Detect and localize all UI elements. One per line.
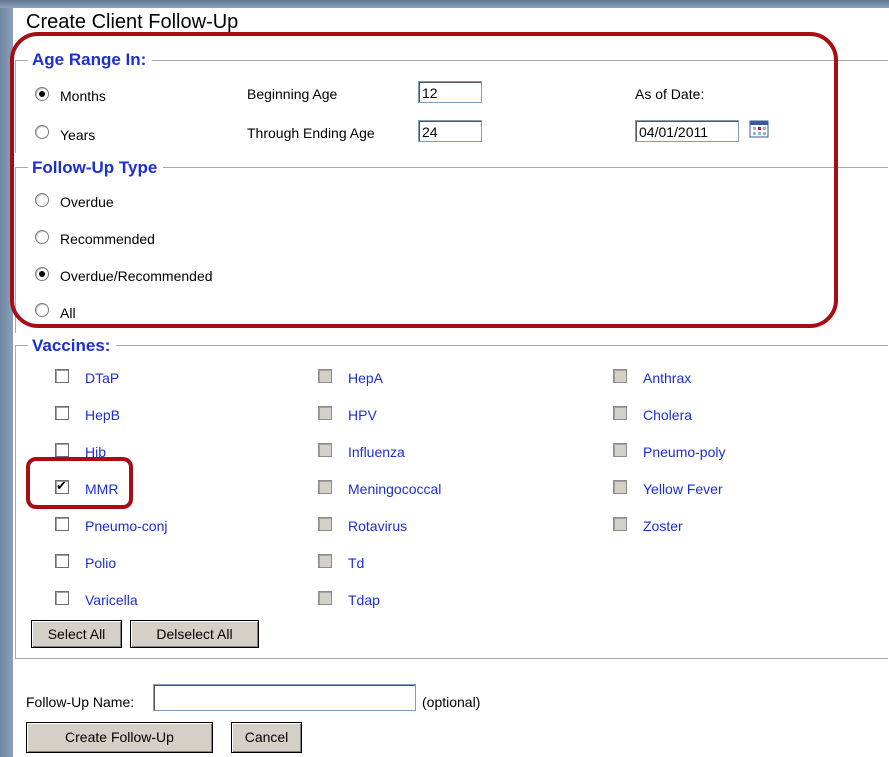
- cancel-button[interactable]: Cancel: [231, 722, 302, 753]
- vaccine-checkbox-hepb[interactable]: [55, 406, 69, 420]
- vaccine-checkbox-rotavirus[interactable]: [318, 517, 332, 531]
- vaccines-fieldset: [15, 345, 888, 659]
- vaccine-label-pneumo-conj[interactable]: Pneumo-conj: [85, 518, 168, 534]
- vaccine-label-tdap[interactable]: Tdap: [348, 592, 380, 608]
- create-followup-button[interactable]: Create Follow-Up: [26, 722, 213, 753]
- vaccine-checkbox-dtap[interactable]: [55, 369, 69, 383]
- vaccine-checkbox-influenza[interactable]: [318, 443, 332, 457]
- vaccine-label-cholera[interactable]: Cholera: [643, 407, 692, 423]
- vaccine-label-hepb[interactable]: HepB: [85, 407, 120, 423]
- vaccine-checkbox-anthrax[interactable]: [613, 369, 627, 383]
- vaccine-checkbox-cholera[interactable]: [613, 406, 627, 420]
- vaccine-checkbox-hpv[interactable]: [318, 406, 332, 420]
- vaccine-checkbox-zoster[interactable]: [613, 517, 627, 531]
- vaccine-label-anthrax[interactable]: Anthrax: [643, 370, 691, 386]
- followup-name-input[interactable]: [153, 684, 416, 711]
- vaccine-checkbox-meningococcal[interactable]: [318, 480, 332, 494]
- vaccine-checkbox-tdap[interactable]: [318, 591, 332, 605]
- vaccine-label-rotavirus[interactable]: Rotavirus: [348, 518, 407, 534]
- followup-name-optional-note: (optional): [422, 694, 481, 710]
- vaccine-checkbox-yellow-fever[interactable]: [613, 480, 627, 494]
- highlight-box-mmr: [26, 457, 133, 509]
- vaccine-checkbox-polio[interactable]: [55, 554, 69, 568]
- vaccine-checkbox-pneumo-conj[interactable]: [55, 517, 69, 531]
- deselect-all-button[interactable]: Delselect All: [130, 620, 259, 648]
- vaccine-checkbox-varicella[interactable]: [55, 591, 69, 605]
- vaccine-checkbox-td[interactable]: [318, 554, 332, 568]
- vaccine-label-yellow-fever[interactable]: Yellow Fever: [643, 481, 723, 497]
- select-all-button[interactable]: Select All: [31, 620, 122, 648]
- page-title: Create Client Follow-Up: [26, 11, 239, 33]
- highlight-box-criteria: [10, 32, 838, 328]
- vaccine-checkbox-pneumo-poly[interactable]: [613, 443, 627, 457]
- vaccine-label-varicella[interactable]: Varicella: [85, 592, 138, 608]
- window-edge-top: [0, 0, 889, 8]
- vaccine-checkbox-hepa[interactable]: [318, 369, 332, 383]
- vaccine-label-dtap[interactable]: DTaP: [85, 370, 119, 386]
- vaccine-label-hpv[interactable]: HPV: [348, 407, 377, 423]
- followup-name-label: Follow-Up Name:: [26, 694, 135, 710]
- vaccine-label-hepa[interactable]: HepA: [348, 370, 383, 386]
- vaccines-legend: Vaccines:: [28, 336, 117, 356]
- vaccine-checkbox-hib[interactable]: [55, 443, 69, 457]
- vaccine-label-td[interactable]: Td: [348, 555, 364, 571]
- vaccine-label-meningococcal[interactable]: Meningococcal: [348, 481, 441, 497]
- vaccine-label-zoster[interactable]: Zoster: [643, 518, 683, 534]
- vaccine-label-pneumo-poly[interactable]: Pneumo-poly: [643, 444, 726, 460]
- vaccine-label-influenza[interactable]: Influenza: [348, 444, 405, 460]
- vaccine-label-polio[interactable]: Polio: [85, 555, 116, 571]
